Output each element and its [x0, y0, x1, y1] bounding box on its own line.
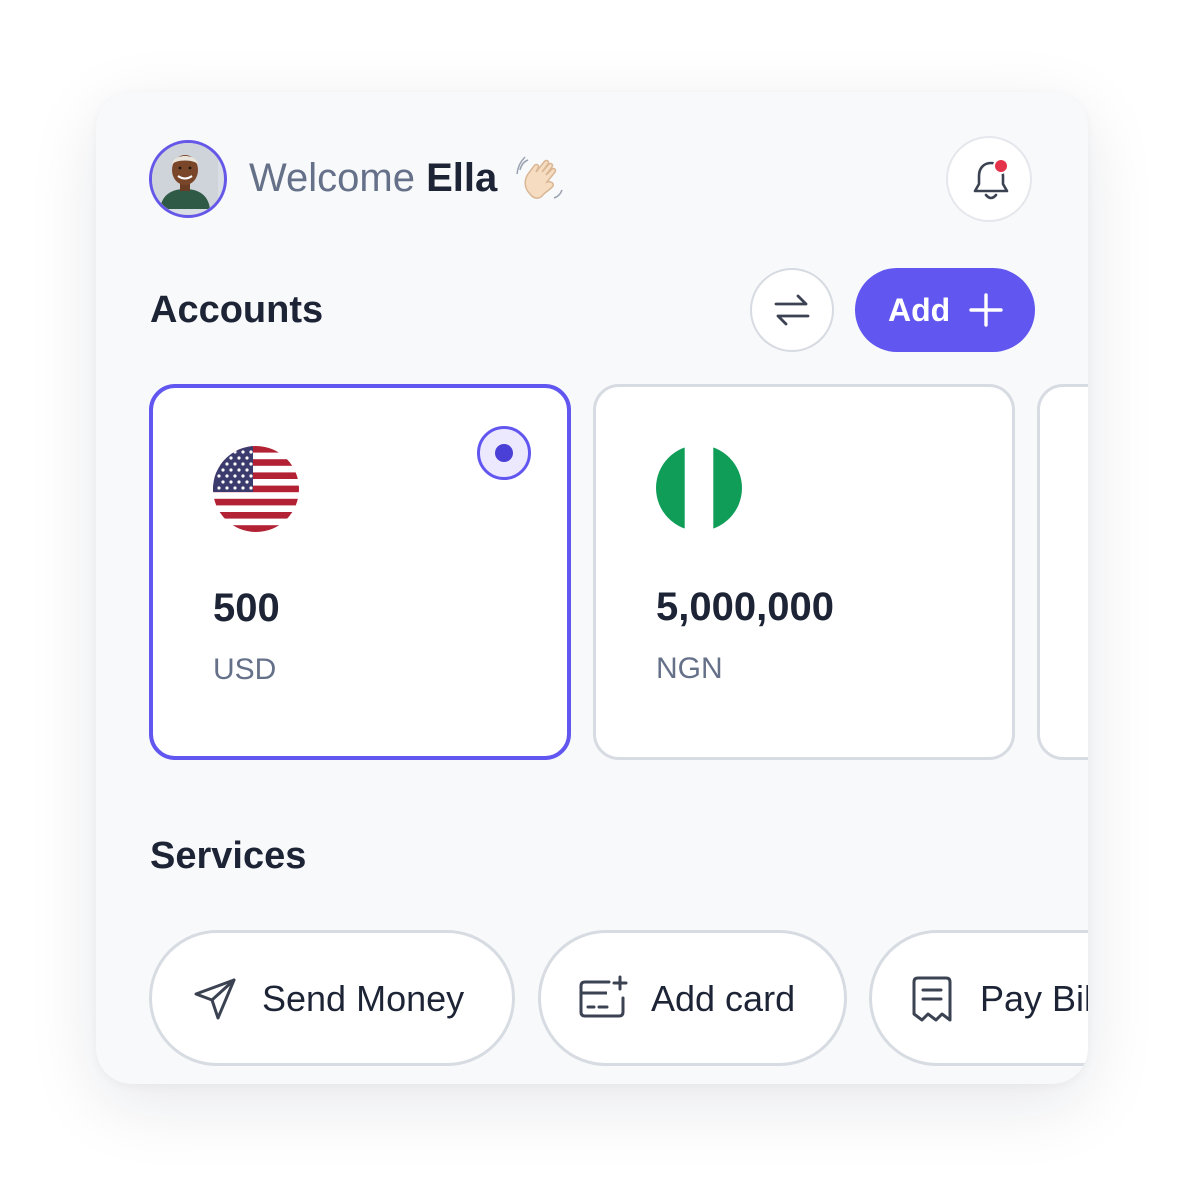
account-currency: NGN: [656, 652, 723, 685]
bell-icon: [973, 159, 1009, 200]
radio-dot: [495, 444, 513, 462]
account-currency: USD: [213, 653, 277, 686]
user-photo: [152, 143, 218, 209]
user-name: Ella: [426, 156, 498, 200]
welcome-text: Welcome: [249, 156, 415, 200]
account-card-partial[interactable]: [1037, 384, 1088, 760]
swap-button[interactable]: [750, 268, 834, 352]
service-label: Send Money: [262, 978, 465, 1019]
account-amount: 5,000,000: [656, 585, 834, 629]
avatar[interactable]: [149, 140, 227, 218]
swap-arrows-icon: [774, 294, 810, 326]
plus-icon: [969, 293, 1003, 327]
ng-flag-icon: [656, 445, 742, 531]
add-button-label: Add: [888, 292, 951, 328]
card-add-icon: [579, 975, 628, 1018]
send-icon: [194, 978, 236, 1020]
add-account-button[interactable]: Add: [855, 268, 1035, 352]
service-label: Add card: [651, 978, 796, 1019]
waving-hand-icon: [516, 156, 563, 199]
dashboard-panel: Welcome Ella Accounts Add 500 USD 5,000,…: [96, 92, 1088, 1084]
notifications-button[interactable]: [946, 136, 1032, 222]
account-card-usd[interactable]: 500 USD: [149, 384, 571, 760]
add-card-button[interactable]: Add card: [538, 930, 847, 1066]
account-card-ngn[interactable]: 5,000,000 NGN: [593, 384, 1015, 760]
accounts-title: Accounts: [150, 289, 324, 331]
send-money-button[interactable]: Send Money: [149, 930, 515, 1066]
notification-dot: [993, 159, 1009, 174]
services-title: Services: [150, 835, 307, 877]
account-amount: 500: [213, 586, 280, 630]
receipt-icon: [912, 976, 952, 1022]
pay-bills-button[interactable]: Pay Bills: [869, 930, 1088, 1066]
selected-radio[interactable]: [477, 426, 531, 480]
service-label: Pay Bills: [980, 978, 1088, 1019]
us-flag-icon: [213, 446, 299, 532]
welcome-message: Welcome Ella: [249, 154, 497, 202]
